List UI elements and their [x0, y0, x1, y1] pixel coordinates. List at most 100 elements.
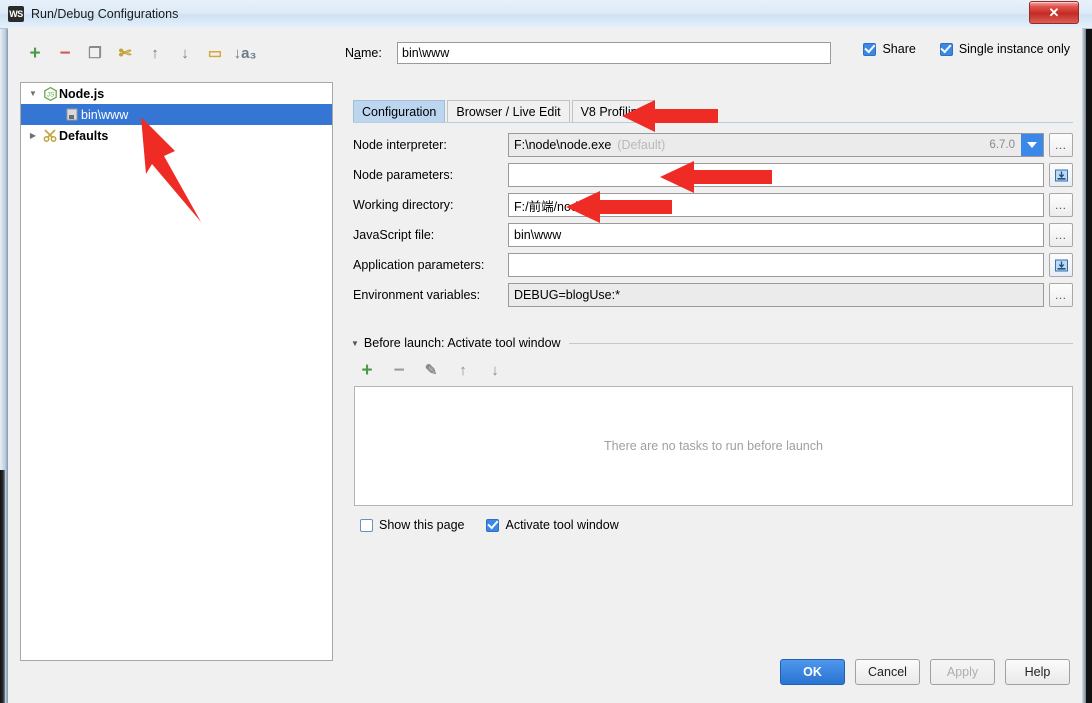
working-directory-input[interactable]: F:/前端/node/blogUse [508, 193, 1044, 217]
move-down-icon: ↓ [181, 44, 189, 62]
show-this-page-checkbox[interactable]: Show this page [360, 518, 464, 532]
javascript-file-input[interactable]: bin\www [508, 223, 1044, 247]
bl-add-icon: + [361, 359, 373, 381]
node-interpreter-input[interactable]: F:\node\node.exe (Default) 6.7.0 [508, 133, 1044, 157]
bl-move-up-button[interactable]: ↑ [450, 357, 476, 383]
node-interpreter-version: 6.7.0 [989, 139, 1015, 151]
javascript-file-label: JavaScript file: [353, 228, 435, 242]
node-parameters-input[interactable] [508, 163, 1044, 187]
copy-icon: ❐ [88, 44, 102, 62]
bl-edit-button[interactable]: ✎ [418, 357, 444, 383]
window-title: Run/Debug Configurations [31, 7, 179, 21]
node-interpreter-browse-button[interactable]: … [1049, 133, 1073, 157]
insert-macro-icon [1054, 259, 1068, 271]
folder-button[interactable]: ▭ [202, 40, 228, 66]
javascript-file-browse-button[interactable]: … [1049, 223, 1073, 247]
share-checkbox-label: Share [882, 42, 916, 56]
node-interpreter-row: Node interpreter: F:\node\node.exe (Defaul… [353, 130, 1073, 160]
bl-edit-icon: ✎ [424, 361, 438, 379]
configurations-tree[interactable]: ▼ JS Node.js bin\www ▶ Defaults [20, 82, 333, 661]
close-icon[interactable]: ✕ [1029, 1, 1079, 24]
checkbox-unchecked-icon[interactable] [360, 518, 373, 532]
window-left-shadow [0, 470, 5, 703]
environment-variables-browse-button[interactable]: … [1049, 283, 1073, 307]
remove-icon: − [59, 42, 71, 64]
node-interpreter-dropdown-arrow-icon[interactable] [1021, 134, 1043, 156]
bl-add-button[interactable]: + [354, 357, 380, 383]
edit-templates-button[interactable]: ✄ [112, 40, 138, 66]
bl-move-up-icon: ↑ [459, 361, 467, 379]
environment-variables-label: Environment variables: [353, 288, 481, 302]
node-parameters-insert-macro-button[interactable] [1049, 163, 1073, 187]
copy-button[interactable]: ❐ [82, 40, 108, 66]
tab-underline [353, 122, 1073, 123]
working-directory-browse-button[interactable]: … [1049, 193, 1073, 217]
edit-templates-icon: ✄ [118, 44, 132, 62]
checkbox-checked-icon[interactable] [939, 42, 953, 56]
working-directory-value: F:/前端/node/blogUse [514, 199, 635, 214]
name-input[interactable] [397, 42, 831, 64]
dialog-body: + − ❐ ✄ ↑ ↓ ▭ ↓a₃ ▼ JS Node.js bin\www ▶ Defaults Na… [8, 28, 1082, 703]
bl-move-down-button[interactable]: ↓ [482, 357, 508, 383]
chevron-down-icon[interactable]: ▼ [25, 89, 41, 98]
chevron-right-icon[interactable]: ▶ [25, 131, 41, 140]
window-right-shadow [1086, 24, 1092, 703]
add-button[interactable]: + [22, 40, 48, 66]
name-row: Name: [345, 40, 845, 66]
top-options: Share Single instance only [863, 42, 1070, 56]
tree-node-defaults[interactable]: ▶ Defaults [21, 125, 332, 146]
move-up-icon: ↑ [151, 44, 159, 62]
help-button[interactable]: Help [1005, 659, 1070, 685]
application-parameters-row: Application parameters: [353, 250, 1073, 280]
before-launch-title: Before launch: Activate tool window [363, 336, 561, 350]
node-parameters-row: Node parameters: [353, 160, 1073, 190]
insert-macro-icon [1054, 169, 1068, 181]
ok-button[interactable]: OK [780, 659, 845, 685]
single-instance-only-checkbox-label: Single instance only [958, 42, 1070, 56]
dialog-buttons: OK Cancel Apply Help [780, 659, 1070, 685]
node-interpreter-label: Node interpreter: [353, 138, 447, 152]
single-instance-only-checkbox[interactable]: Single instance only [939, 42, 1070, 56]
tree-node-label: bin\www [81, 107, 129, 122]
checkbox-checked-icon[interactable] [863, 42, 877, 56]
tree-node-label: Defaults [59, 128, 109, 143]
application-parameters-insert-macro-button[interactable] [1049, 253, 1073, 277]
sort-alphabetically-button[interactable]: ↓a₃ [232, 40, 258, 66]
tab-browser-live-edit[interactable]: Browser / Live Edit [447, 100, 570, 123]
svg-text:JS: JS [46, 91, 54, 98]
collapse-triangle-icon[interactable]: ▼ [351, 339, 359, 348]
webstorm-app-icon: WS [8, 6, 24, 22]
before-launch-header: ▼ Before launch: Activate tool window [351, 334, 1073, 352]
application-parameters-input[interactable] [508, 253, 1044, 277]
bl-remove-icon: − [393, 359, 405, 381]
working-directory-label: Working directory: [353, 198, 454, 212]
share-checkbox[interactable]: Share [863, 42, 916, 56]
remove-button[interactable]: − [52, 40, 78, 66]
activate-tool-window-checkbox[interactable]: Activate tool window [486, 518, 619, 532]
environment-variables-value: DEBUG=blogUse:* [514, 288, 620, 302]
node-parameters-label: Node parameters: [353, 168, 454, 182]
before-launch-tasks-list[interactable]: There are no tasks to run before launch [354, 386, 1073, 506]
move-up-button[interactable]: ↑ [142, 40, 168, 66]
before-launch-divider [568, 342, 1073, 344]
tab-v8-profiling[interactable]: V8 Profiling [571, 100, 654, 123]
run-debug-configurations-dialog: WS Run/Debug Configurations ✕ + − ❐ ✄ ↑ ↓ ▭ ↓a₃… [0, 0, 1092, 703]
configurations-toolbar: + − ❐ ✄ ↑ ↓ ▭ ↓a₃ [22, 40, 332, 66]
sort-alphabetically-icon: ↓a₃ [233, 44, 257, 62]
application-parameters-label: Application parameters: [353, 258, 485, 272]
tab-configuration[interactable]: Configuration [353, 100, 446, 123]
bl-remove-button[interactable]: − [386, 357, 412, 383]
apply-button: Apply [930, 659, 995, 685]
nodejs-icon: JS [41, 86, 59, 101]
cancel-button[interactable]: Cancel [855, 659, 920, 685]
node-interpreter-value: F:\node\node.exe [514, 138, 612, 152]
move-down-button[interactable]: ↓ [172, 40, 198, 66]
checkbox-checked-icon[interactable] [486, 518, 500, 532]
configuration-form: Node interpreter: F:\node\node.exe (Defaul… [353, 130, 1073, 310]
tree-node-bin-www[interactable]: bin\www [21, 104, 332, 125]
bl-move-down-icon: ↓ [491, 361, 499, 379]
environment-variables-row: Environment variables: DEBUG=blogUse:* … [353, 280, 1073, 310]
tree-node-node-js[interactable]: ▼ JS Node.js [21, 83, 332, 104]
javascript-file-row: JavaScript file: bin\www… [353, 220, 1073, 250]
environment-variables-input[interactable]: DEBUG=blogUse:* [508, 283, 1044, 307]
